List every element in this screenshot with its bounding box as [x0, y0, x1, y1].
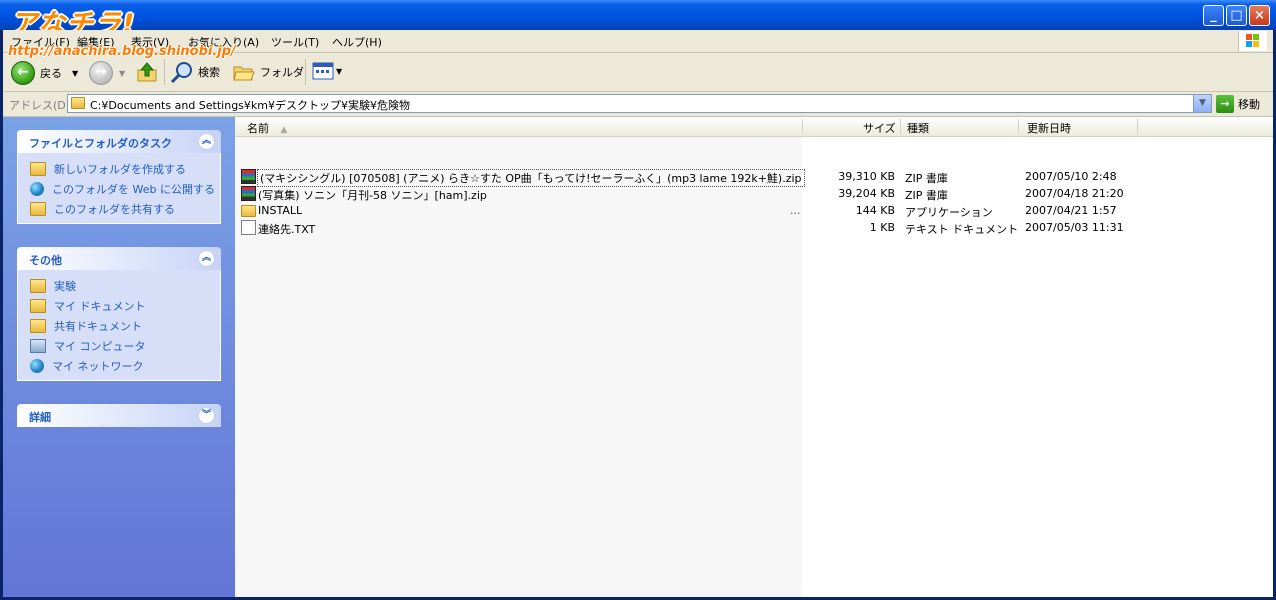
column-header: 名前 ▲ サイズ 種類 更新日時	[235, 117, 1273, 137]
search-icon	[170, 62, 192, 83]
column-type[interactable]: 種類	[907, 120, 929, 136]
file-folder-tasks-panel: ファイルとフォルダのタスク ︽ 新しいフォルダを作成する このフォルダを Web…	[17, 130, 221, 224]
maximize-icon: □	[1230, 8, 1243, 23]
text-file-icon	[241, 220, 256, 235]
collapse-chevron-icon[interactable]: ︽	[198, 133, 215, 150]
shared-documents-icon	[30, 319, 46, 333]
chevron-down-icon: ▼	[336, 66, 343, 76]
maximize-button[interactable]: □	[1226, 5, 1247, 26]
collapse-chevron-icon[interactable]: ︽	[198, 250, 215, 267]
file-name: 連絡先.TXT	[258, 223, 316, 236]
place-my-computer[interactable]: マイ コンピュータ	[18, 336, 220, 356]
close-button[interactable]: ×	[1249, 5, 1270, 26]
address-bar: アドレス(D) C:¥Documents and Settings¥km¥デスク…	[3, 92, 1273, 117]
folder-icon	[71, 97, 85, 109]
file-type: ZIP 書庫	[905, 172, 948, 185]
file-row[interactable]: (写真集) ソニン「月刊-58 ソニン」[ham].zip 39,204 KB …	[235, 185, 1273, 202]
go-arrow-icon: →	[1216, 95, 1234, 113]
file-type: ZIP 書庫	[905, 189, 948, 202]
details-header[interactable]: 詳細 ︾	[17, 404, 221, 427]
file-name: (写真集) ソニン「月刊-58 ソニン」[ham].zip	[258, 189, 487, 202]
address-input[interactable]: C:¥Documents and Settings¥km¥デスクトップ¥実験¥危…	[67, 94, 1212, 113]
back-button[interactable]: ← 戻る ▼	[11, 61, 78, 85]
up-folder-icon	[137, 62, 157, 82]
task-pane: ファイルとフォルダのタスク ︽ 新しいフォルダを作成する このフォルダを Web…	[3, 117, 235, 597]
expand-chevron-icon[interactable]: ︾	[198, 407, 215, 424]
new-folder-icon	[30, 162, 46, 176]
column-name[interactable]: 名前 ▲	[247, 120, 287, 136]
forward-button[interactable]: → ▼	[89, 61, 125, 85]
file-folder-tasks-header[interactable]: ファイルとフォルダのタスク ︽	[17, 130, 221, 153]
file-row[interactable]: INSTALL ... 144 KB アプリケーション 2007/04/21 1…	[235, 202, 1273, 219]
folder-icon	[30, 279, 46, 293]
file-row[interactable]: (マキシシングル) [070508] (アニメ) らき☆すた OP曲「もってけ!…	[235, 168, 1273, 187]
file-type: アプリケーション	[905, 206, 993, 219]
my-network-icon	[30, 359, 44, 373]
address-dropdown-icon[interactable]: ▼	[1193, 95, 1211, 112]
place-my-documents[interactable]: マイ ドキュメント	[18, 296, 220, 316]
file-size: 39,204 KB	[838, 187, 895, 200]
column-modified[interactable]: 更新日時	[1027, 120, 1071, 136]
views-icon	[312, 62, 334, 80]
zip-archive-icon	[241, 169, 256, 184]
address-label: アドレス(D)	[9, 99, 71, 112]
task-publish-web[interactable]: このフォルダを Web に公開する	[18, 179, 220, 199]
file-size: 144 KB	[855, 204, 895, 217]
go-button[interactable]: → 移動	[1216, 95, 1260, 113]
menu-help[interactable]: ヘルプ(H)	[332, 34, 382, 50]
place-jikken[interactable]: 実験	[18, 276, 220, 296]
menu-tools[interactable]: ツール(T)	[271, 34, 319, 50]
other-places-header[interactable]: その他 ︽	[17, 247, 221, 270]
views-button[interactable]: ▼	[312, 61, 342, 81]
title-bar[interactable]: アなチラ! _ □ ×	[0, 0, 1276, 40]
file-row[interactable]: 連絡先.TXT 1 KB テキスト ドキュメント 2007/05/03 11:3…	[235, 219, 1273, 236]
share-folder-icon	[30, 202, 46, 216]
file-size: 39,310 KB	[838, 170, 895, 183]
close-icon: ×	[1254, 8, 1265, 23]
chevron-down-icon: ▼	[72, 68, 79, 78]
task-new-folder[interactable]: 新しいフォルダを作成する	[18, 159, 220, 179]
my-documents-icon	[30, 299, 46, 313]
file-type: テキスト ドキュメント	[905, 223, 1019, 236]
place-shared-documents[interactable]: 共有ドキュメント	[18, 316, 220, 336]
other-places-panel: その他 ︽ 実験 マイ ドキュメント 共有ドキュメント マイ コンピュータ マイ…	[17, 247, 221, 381]
task-share-folder[interactable]: このフォルダを共有する	[18, 199, 220, 219]
go-label: 移動	[1238, 98, 1260, 111]
chevron-down-icon: ▼	[119, 68, 126, 78]
search-button[interactable]: 検索	[170, 61, 220, 83]
up-folder-button[interactable]	[136, 61, 158, 83]
publish-web-icon	[30, 182, 44, 196]
column-size[interactable]: サイズ	[863, 120, 896, 136]
file-name: INSTALL	[258, 204, 303, 217]
file-modified: 2007/04/18 21:20	[1025, 187, 1124, 200]
address-path: C:¥Documents and Settings¥km¥デスクトップ¥実験¥危…	[90, 99, 410, 112]
forward-arrow-icon: →	[89, 61, 113, 85]
file-size: 1 KB	[869, 221, 895, 234]
file-modified: 2007/04/21 1:57	[1025, 204, 1117, 217]
place-my-network[interactable]: マイ ネットワーク	[18, 356, 220, 376]
site-url-watermark: http://anachira.blog.shinobi.jp/	[8, 44, 236, 59]
back-label: 戻る	[40, 67, 62, 80]
back-arrow-icon: ←	[11, 61, 35, 85]
details-panel: 詳細 ︾	[17, 404, 221, 427]
explorer-window: アなチラ! _ □ × http://anachira.blog.shinobi…	[0, 0, 1276, 600]
search-label: 検索	[198, 66, 220, 79]
truncated-ellipsis: ...	[790, 204, 801, 217]
file-name: (マキシシングル) [070508] (アニメ) らき☆すた OP曲「もってけ!…	[257, 169, 805, 187]
windows-logo-icon	[1238, 31, 1267, 51]
minimize-button[interactable]: _	[1203, 5, 1224, 26]
folders-label: フォルダ	[260, 66, 304, 79]
file-modified: 2007/05/10 2:48	[1025, 170, 1117, 183]
my-computer-icon	[30, 339, 46, 353]
folders-button[interactable]: フォルダ	[232, 61, 304, 83]
minimize-icon: _	[1210, 8, 1217, 23]
file-modified: 2007/05/03 11:31	[1025, 221, 1124, 234]
zip-archive-icon	[241, 186, 256, 201]
sort-ascending-icon: ▲	[280, 125, 288, 135]
file-list[interactable]: 名前 ▲ サイズ 種類 更新日時 (マキシシングル) [070508] (アニメ…	[235, 117, 1273, 597]
folder-icon	[233, 66, 255, 81]
folder-icon	[241, 205, 256, 217]
